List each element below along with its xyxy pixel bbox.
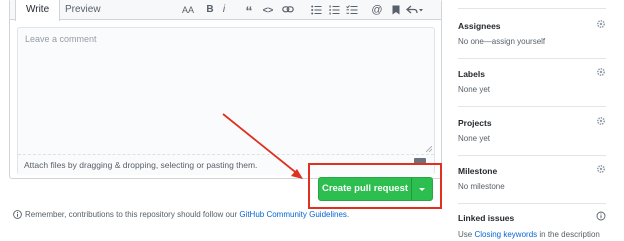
community-guidelines-link[interactable]: GitHub Community Guidelines [239, 210, 347, 219]
comment-editor: Write Preview AA B i “ <> @ Att [9, 0, 442, 179]
editor-tabbar: Write Preview AA B i “ <> @ [10, 0, 441, 21]
italic-icon[interactable]: i [218, 3, 230, 17]
tab-write[interactable]: Write [15, 0, 61, 21]
create-pull-request-button[interactable]: Create pull request [319, 178, 411, 200]
note-text: Remember, contributions to this reposito… [25, 210, 240, 219]
sidebar-divider [458, 155, 606, 156]
assignees-title: Assignees [458, 21, 501, 31]
code-icon[interactable]: <> [262, 3, 274, 17]
gear-icon[interactable] [596, 164, 606, 174]
sidebar-divider [458, 106, 606, 107]
info-icon [13, 210, 22, 219]
gear-icon[interactable] [596, 116, 606, 126]
reply-icon[interactable] [406, 3, 424, 17]
gear-icon[interactable] [596, 19, 606, 29]
link-icon[interactable] [282, 3, 294, 17]
numbered-list-icon[interactable] [328, 3, 340, 17]
bullet-list-icon[interactable] [310, 3, 322, 17]
task-list-icon[interactable] [346, 3, 358, 17]
projects-value: None yet [458, 134, 491, 143]
projects-title: Projects [458, 118, 492, 128]
milestone-title: Milestone [458, 166, 498, 176]
info-icon[interactable] [596, 211, 606, 221]
comment-textarea[interactable] [18, 28, 434, 154]
linked-issues-title: Linked issues [458, 213, 515, 223]
sidebar-divider [458, 58, 606, 59]
saved-replies-icon[interactable] [390, 3, 402, 17]
assignees-value[interactable]: No one—assign yourself [458, 37, 606, 46]
sidebar-assignees[interactable]: Assignees No one—assign yourself [458, 19, 606, 46]
sidebar-labels[interactable]: Labels None yet [458, 67, 606, 94]
sidebar: Assignees No one—assign yourself Labels … [450, 0, 624, 241]
labels-value: None yet [458, 85, 491, 94]
sidebar-milestone[interactable]: Milestone No milestone [458, 164, 606, 191]
quote-icon[interactable]: “ [243, 3, 255, 19]
chevron-down-icon [419, 188, 425, 191]
create-pull-request-button-group: Create pull request [318, 177, 433, 201]
contribution-note: Remember, contributions to this reposito… [13, 210, 349, 219]
sidebar-divider [458, 8, 606, 9]
mention-icon[interactable]: @ [371, 3, 383, 17]
create-pr-dropdown-button[interactable] [412, 178, 432, 200]
tab-preview[interactable]: Preview [55, 0, 111, 21]
bold-icon[interactable]: B [204, 3, 216, 17]
closing-keywords-link[interactable]: Closing keywords [474, 230, 537, 239]
milestone-value: No milestone [458, 182, 505, 191]
comment-box: Attach files by dragging & dropping, sel… [17, 27, 435, 175]
sidebar-projects[interactable]: Projects None yet [458, 116, 606, 143]
gear-icon[interactable] [596, 67, 606, 77]
linked-issues-prefix: Use [458, 230, 475, 239]
sidebar-linked-issues: Linked issues Use Closing keywords in th… [458, 211, 606, 239]
linked-issues-value: Use Closing keywords in the description [458, 230, 606, 239]
header-icon[interactable]: AA [182, 3, 194, 17]
labels-title: Labels [458, 69, 485, 79]
resize-grip-icon[interactable] [426, 146, 432, 152]
linked-issues-suffix: in the description [537, 230, 600, 239]
sidebar-divider [458, 203, 606, 204]
note-suffix: . [346, 210, 350, 219]
